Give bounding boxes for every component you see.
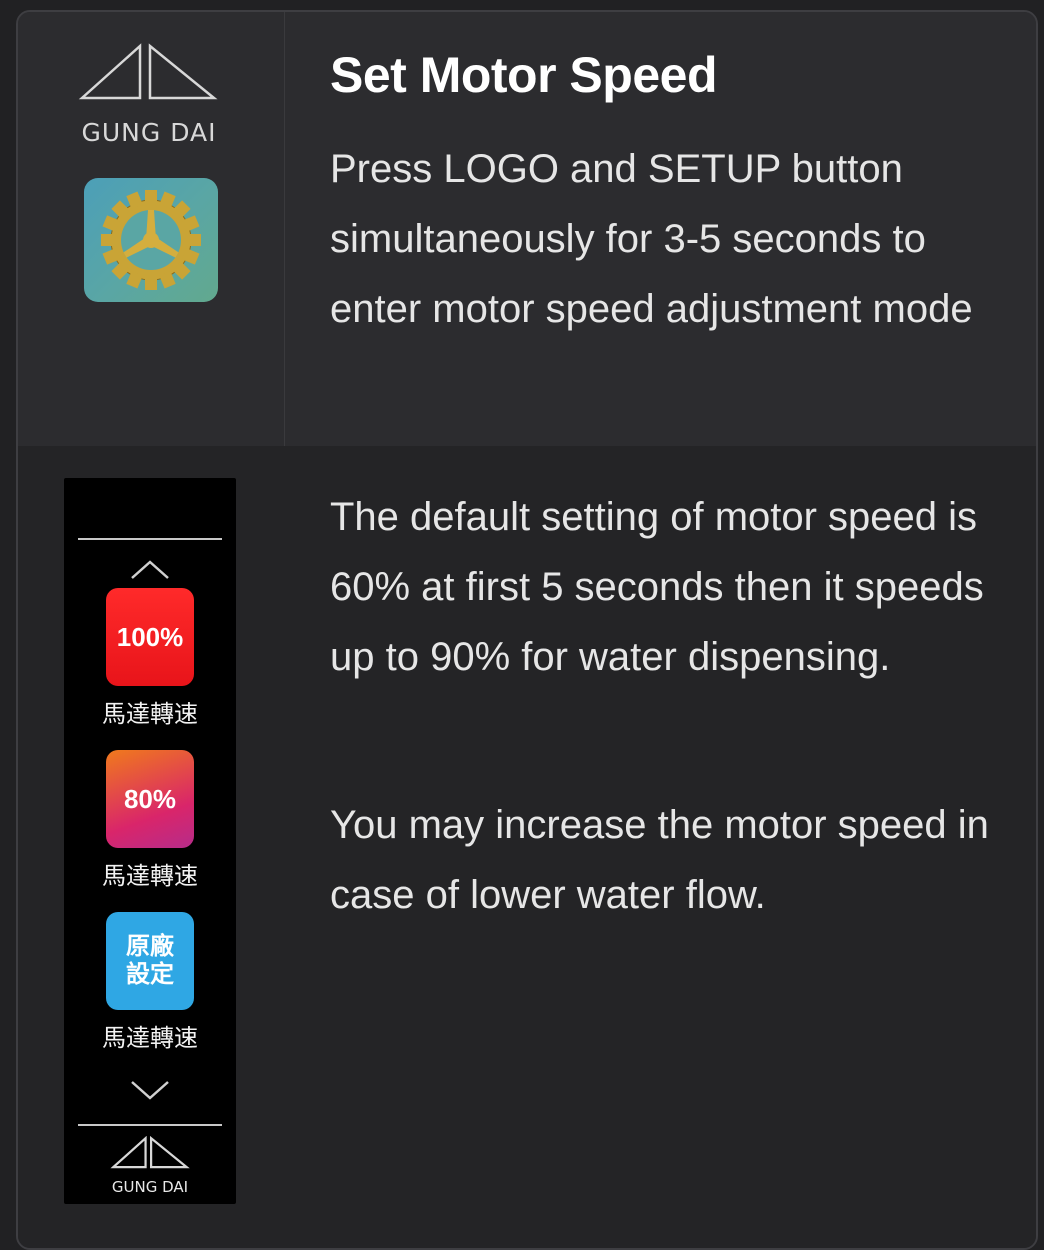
- speed-100-value: 100%: [116, 621, 184, 652]
- gung-dai-logo-icon: [110, 1136, 190, 1169]
- speed-80-label: 馬達轉速: [102, 862, 198, 890]
- speed-100-label: 馬達轉速: [102, 700, 198, 728]
- details-row: 100% 馬達轉速 80% 馬達轉速 原廠 設定 馬達轉速 GUNG DAI T…: [18, 446, 1036, 1248]
- increase-speed-text: You may increase the motor speed in case…: [330, 803, 989, 917]
- header-row: GUNG DAI Set Motor Speed Press LOGO and …: [18, 12, 1036, 447]
- factory-setting-line2: 設定: [126, 961, 174, 988]
- brand-column: GUNG DAI: [18, 12, 285, 446]
- chevron-down-icon[interactable]: [128, 1078, 172, 1102]
- factory-setting-button[interactable]: 原廠 設定: [106, 912, 194, 1010]
- gung-dai-logo-icon: [78, 43, 218, 100]
- factory-setting-line1: 原廠: [126, 933, 174, 960]
- factory-setting-label: 馬達轉速: [102, 1024, 198, 1052]
- panel-divider: [78, 538, 222, 540]
- control-panel: 100% 馬達轉速 80% 馬達轉速 原廠 設定 馬達轉速 GUNG DAI: [64, 478, 236, 1204]
- instruction-card: GUNG DAI Set Motor Speed Press LOGO and …: [16, 10, 1038, 1250]
- chevron-up-icon[interactable]: [128, 558, 172, 582]
- setup-button[interactable]: [84, 178, 218, 302]
- default-setting-text: The default setting of motor speed is 60…: [330, 495, 984, 679]
- speed-80-button[interactable]: 80%: [106, 750, 194, 848]
- gear-icon: [101, 190, 201, 290]
- panel-divider: [78, 1124, 222, 1126]
- page-title: Set Motor Speed: [330, 47, 717, 103]
- brand-name: GUNG DAI: [81, 118, 217, 147]
- speed-100-button[interactable]: 100%: [106, 588, 194, 686]
- panel-brand-name: GUNG DAI: [111, 1178, 189, 1196]
- instruction-text: Press LOGO and SETUP button simultaneous…: [330, 147, 973, 331]
- speed-80-value: 80%: [123, 783, 177, 814]
